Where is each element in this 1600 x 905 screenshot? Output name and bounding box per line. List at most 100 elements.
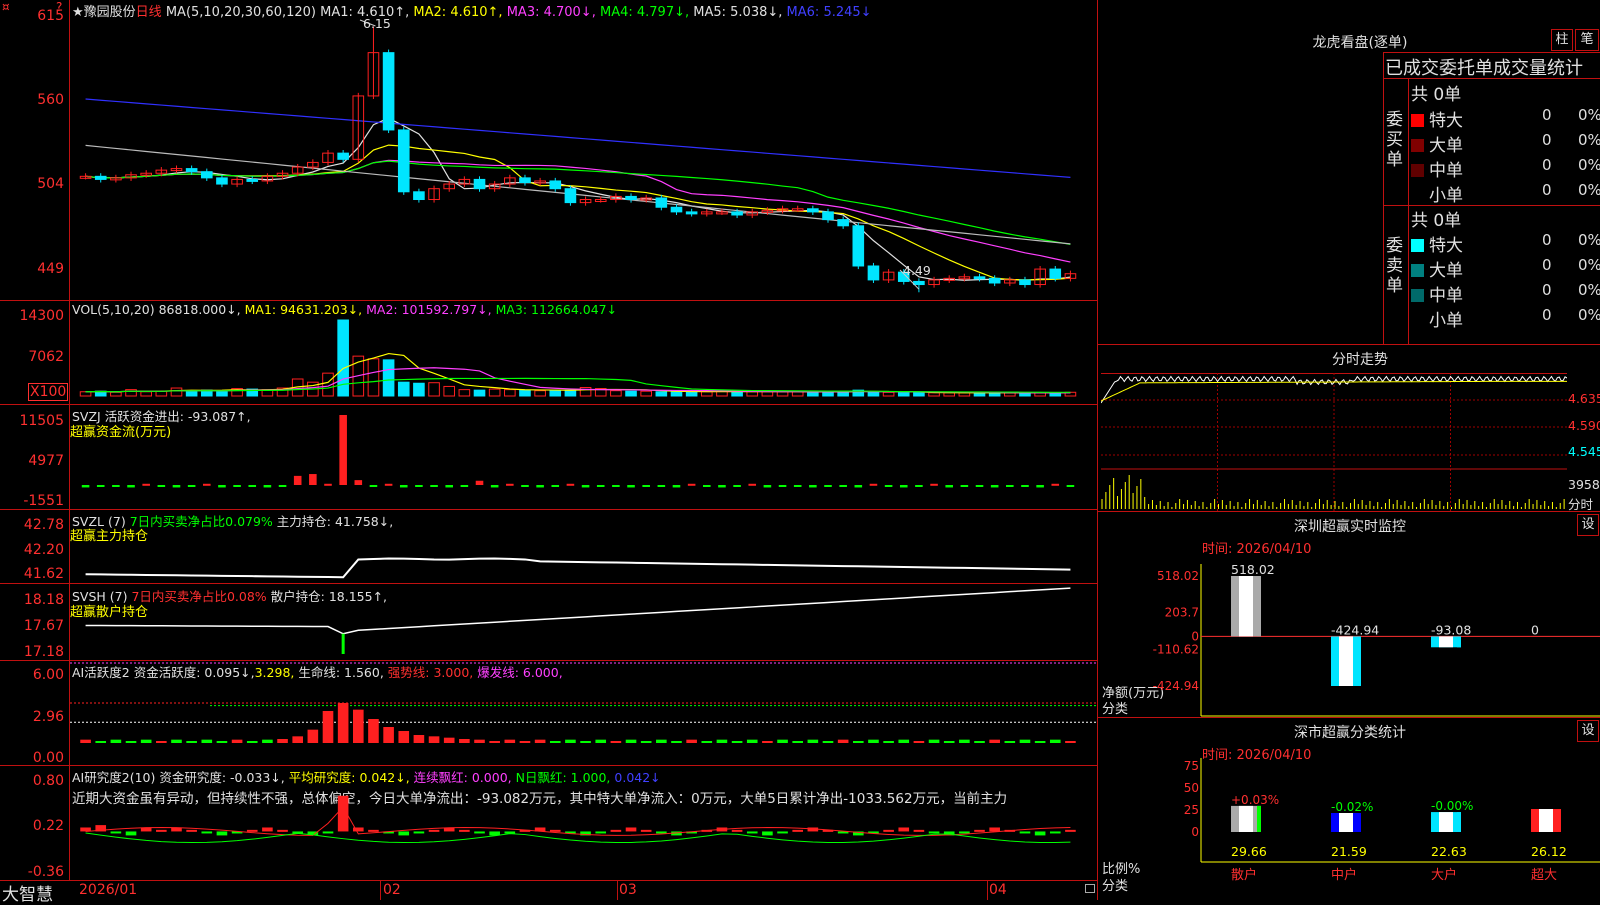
bar-edge xyxy=(1257,805,1261,832)
candle xyxy=(670,206,683,213)
activity-bar xyxy=(1049,739,1061,743)
vol-ma-value-2: MA2: 101592.797↓, xyxy=(366,302,496,317)
activity-bar xyxy=(746,739,758,743)
sell-row-pct: 0% xyxy=(1578,306,1600,324)
buy-row-name: 小单 xyxy=(1429,186,1463,206)
fund-flow-bar xyxy=(566,483,575,486)
pen-mode-button[interactable]: 笔 xyxy=(1575,29,1599,51)
volume-bar xyxy=(443,385,456,397)
main-holding-chart[interactable] xyxy=(70,510,1097,583)
volume-bar xyxy=(110,391,122,397)
net-amount-bar-chart[interactable]: 518.02203.70-110.62-424.94518.02散户-424.9… xyxy=(1101,552,1600,717)
volume-bar xyxy=(534,390,546,397)
vol-tick: 14300 xyxy=(19,308,64,324)
research-bar xyxy=(928,831,940,834)
activity-bar xyxy=(625,739,637,743)
volume-bar xyxy=(807,391,819,397)
svzj-tick: -1551 xyxy=(23,493,64,509)
stats-header: 已成交委托单成交量统计 xyxy=(1385,58,1583,79)
activity-bar xyxy=(989,739,1000,743)
fund-flow-bar xyxy=(460,485,469,487)
fund-flow-bar xyxy=(884,485,893,487)
activity-bar xyxy=(110,739,122,743)
vol-ma-value-3: MA3: 112664.047↓ xyxy=(495,302,618,317)
research-bar xyxy=(656,831,667,834)
activity-bar xyxy=(792,741,803,743)
sell-row-name: 小单 xyxy=(1429,311,1463,331)
fund-flow-bar xyxy=(536,485,544,488)
activity-bar xyxy=(443,737,455,743)
buy-row-name: 特大 xyxy=(1429,111,1463,131)
fund-flow-bar xyxy=(248,485,257,487)
volume-bar xyxy=(428,382,440,397)
bar-value-label: 518.02 xyxy=(1231,562,1275,577)
volume-bar xyxy=(458,389,471,397)
fund-flow-bar xyxy=(960,485,969,487)
ai1-tick: 6.00 xyxy=(32,667,64,683)
activity-bar xyxy=(777,739,788,743)
fund-flow-bar xyxy=(596,485,605,487)
volume-bar xyxy=(822,391,834,397)
research-bar xyxy=(1049,831,1061,834)
fund-flow-bar xyxy=(672,485,681,488)
sz-monitor-settings-button[interactable]: 设 xyxy=(1577,514,1599,536)
research-bar xyxy=(262,827,273,832)
candle xyxy=(685,211,698,215)
research-bar xyxy=(428,829,440,832)
activity-bar xyxy=(489,741,500,743)
research-bar xyxy=(974,829,985,832)
volume-bar xyxy=(700,391,713,397)
candlestick-chart[interactable] xyxy=(70,14,1097,300)
ma-line-6 xyxy=(85,98,1071,179)
retail-holding-chart[interactable] xyxy=(70,584,1097,660)
vol-unit-button[interactable]: X100 xyxy=(28,383,69,401)
legend-swatch xyxy=(1411,164,1424,177)
research-bar xyxy=(125,831,137,836)
sell-total: 共 0单 xyxy=(1411,211,1462,231)
fund-flow-bar xyxy=(718,485,726,488)
activity-bar xyxy=(246,741,258,743)
class-ratio-bar-chart[interactable]: 75 50 25 0 29.66 +0.03% 散户 21.59 -0.02% 中户 22.63 -0… xyxy=(1101,758,1600,900)
research-chart[interactable] xyxy=(70,766,1097,880)
fund-flow-chart[interactable] xyxy=(70,405,1097,509)
activity-bar xyxy=(943,741,955,743)
retail-holding-line xyxy=(85,587,1071,635)
buy-row-name: 中单 xyxy=(1429,161,1463,181)
fund-flow-bar xyxy=(475,480,484,485)
buy-row: 特大 xyxy=(1411,106,1463,131)
volume-chart[interactable] xyxy=(70,316,1097,400)
activity-bar xyxy=(686,739,697,743)
lock-icon[interactable] xyxy=(1085,884,1095,893)
price-tick: 560 xyxy=(37,92,64,108)
fund-flow-bar xyxy=(112,485,120,487)
bar-value-label: 29.66 xyxy=(1231,844,1267,859)
activity-bar xyxy=(731,741,743,743)
fund-flow-bar xyxy=(657,485,666,487)
buy-row-count: 0 xyxy=(1542,131,1552,149)
volume-bar xyxy=(625,390,637,397)
candle xyxy=(94,175,107,180)
sz-class-settings-button[interactable]: 设 xyxy=(1577,720,1599,742)
buy-row: 小单 xyxy=(1411,181,1463,206)
activity-bar xyxy=(277,739,288,743)
ai1-tick: 2.96 xyxy=(32,709,64,725)
fund-flow-bar xyxy=(96,485,105,487)
fund-flow-bar xyxy=(763,485,772,488)
intraday-chart[interactable] xyxy=(1101,373,1567,511)
fund-flow-bar xyxy=(142,483,150,486)
activity-bar xyxy=(186,741,197,743)
fund-flow-bar xyxy=(293,475,302,485)
activity-bar xyxy=(549,741,561,743)
bar-mode-button[interactable]: 柱 xyxy=(1551,29,1573,51)
sz-class-title: 深市超赢分类统计 xyxy=(1294,725,1406,741)
activity-bar xyxy=(868,739,879,743)
ai2-tick: 0.22 xyxy=(32,818,64,834)
fund-flow-bar xyxy=(687,483,696,486)
ai2-tick: 0.80 xyxy=(32,773,64,789)
activity-chart[interactable] xyxy=(70,661,1097,765)
candle xyxy=(837,219,849,227)
activity-bar xyxy=(307,729,319,743)
sell-row-pct: 0% xyxy=(1578,281,1600,299)
fund-flow-bar xyxy=(506,483,514,486)
low-price-label: 4.49 xyxy=(903,263,931,278)
